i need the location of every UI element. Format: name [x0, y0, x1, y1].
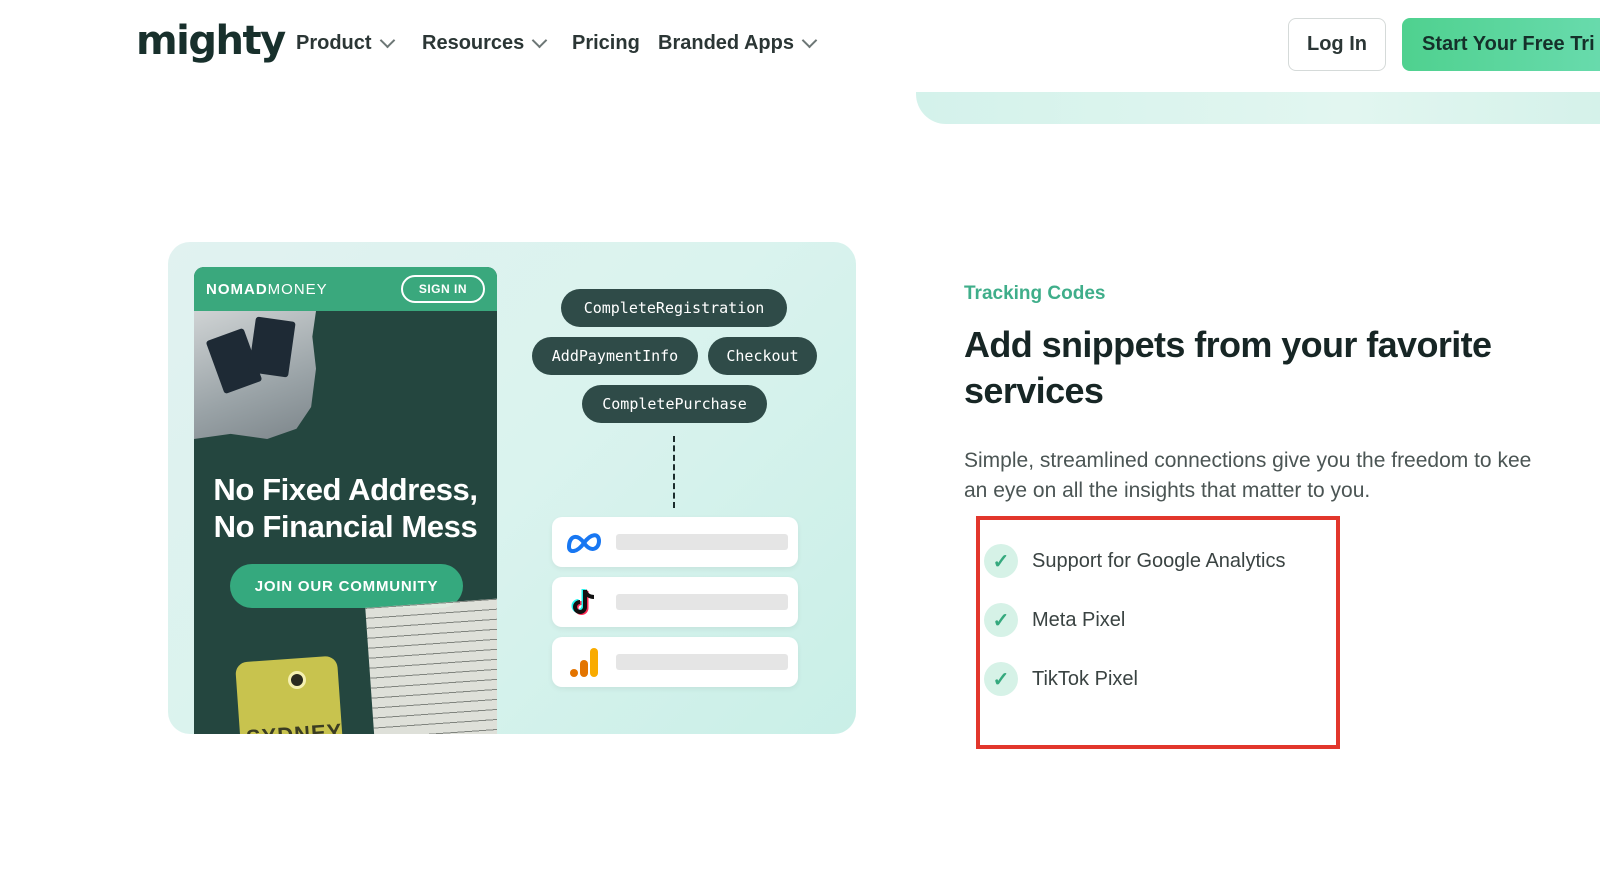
nav-resources[interactable]: Resources	[422, 32, 548, 55]
meta-service-card	[552, 517, 798, 567]
section-description: Simple, streamlined connections give you…	[964, 446, 1600, 506]
check-icon: ✓	[984, 544, 1018, 578]
section-title: Add snippets from your favorite services	[964, 324, 1492, 411]
feature-item: ✓ Meta Pixel	[984, 603, 1125, 637]
phone-sign-in-button: SIGN IN	[400, 275, 485, 303]
login-button[interactable]: Log In	[1288, 18, 1386, 71]
luggage-tag-hole	[288, 671, 306, 689]
feature-item: ✓ Support for Google Analytics	[984, 544, 1285, 578]
event-pill: Checkout	[708, 337, 817, 375]
hero-image-edge	[916, 92, 1600, 124]
chevron-down-icon	[532, 32, 548, 49]
passport-image	[248, 316, 296, 378]
feature-label: Meta Pixel	[1032, 608, 1126, 631]
tiktok-service-card	[552, 577, 798, 627]
nav-branded-apps[interactable]: Branded Apps	[658, 32, 818, 55]
page: mighty Product Resources Pricing Branded…	[0, 0, 1600, 891]
google-analytics-icon	[566, 647, 602, 677]
headline-line-1: No Fixed Address,	[213, 472, 478, 507]
tiktok-icon	[566, 587, 602, 617]
description-line-2: an eye on all the insights that matter t…	[964, 479, 1371, 502]
nav-pricing[interactable]: Pricing	[572, 32, 640, 55]
passport-photo	[194, 311, 316, 439]
phone-headline: No Fixed Address, No Financial Mess	[194, 471, 497, 545]
join-community-button: JOIN OUR COMMUNITY	[230, 564, 463, 608]
nav-branded-apps-label: Branded Apps	[658, 32, 794, 54]
nav-pricing-label: Pricing	[572, 32, 640, 54]
phone-mockup: NOMADMONEY SIGN IN No Fixed Address, No …	[194, 267, 497, 734]
connector-line	[673, 436, 675, 508]
event-pill: CompleteRegistration	[561, 289, 787, 327]
description-line-1: Simple, streamlined connections give you…	[964, 449, 1532, 472]
section-eyebrow: Tracking Codes	[964, 283, 1106, 304]
check-icon: ✓	[984, 662, 1018, 696]
handwritten-notes-image	[365, 598, 497, 734]
event-pill: AddPaymentInfo	[532, 337, 698, 375]
check-icon: ✓	[984, 603, 1018, 637]
mighty-logo[interactable]: mighty	[136, 18, 286, 64]
nav-product[interactable]: Product	[296, 32, 395, 55]
placeholder-bar	[616, 594, 788, 610]
placeholder-bar	[616, 534, 788, 550]
nav-resources-label: Resources	[422, 32, 525, 54]
event-pill: CompletePurchase	[582, 385, 767, 423]
chevron-down-icon	[801, 32, 818, 49]
placeholder-bar	[616, 654, 788, 670]
feature-item: ✓ TikTok Pixel	[984, 662, 1138, 696]
chevron-down-icon	[379, 32, 395, 49]
meta-icon	[566, 527, 602, 557]
nomad-money-logo: NOMADMONEY	[206, 280, 328, 298]
phone-header: NOMADMONEY SIGN IN	[194, 267, 497, 311]
feature-label: Support for Google Analytics	[1032, 549, 1286, 572]
headline-line-2: No Financial Mess	[213, 509, 478, 544]
feature-label: TikTok Pixel	[1032, 667, 1138, 690]
google-analytics-service-card	[552, 637, 798, 687]
top-nav: mighty Product Resources Pricing Branded…	[0, 0, 1600, 92]
start-free-trial-button[interactable]: Start Your Free Tri	[1402, 18, 1600, 71]
nav-product-label: Product	[296, 32, 372, 54]
